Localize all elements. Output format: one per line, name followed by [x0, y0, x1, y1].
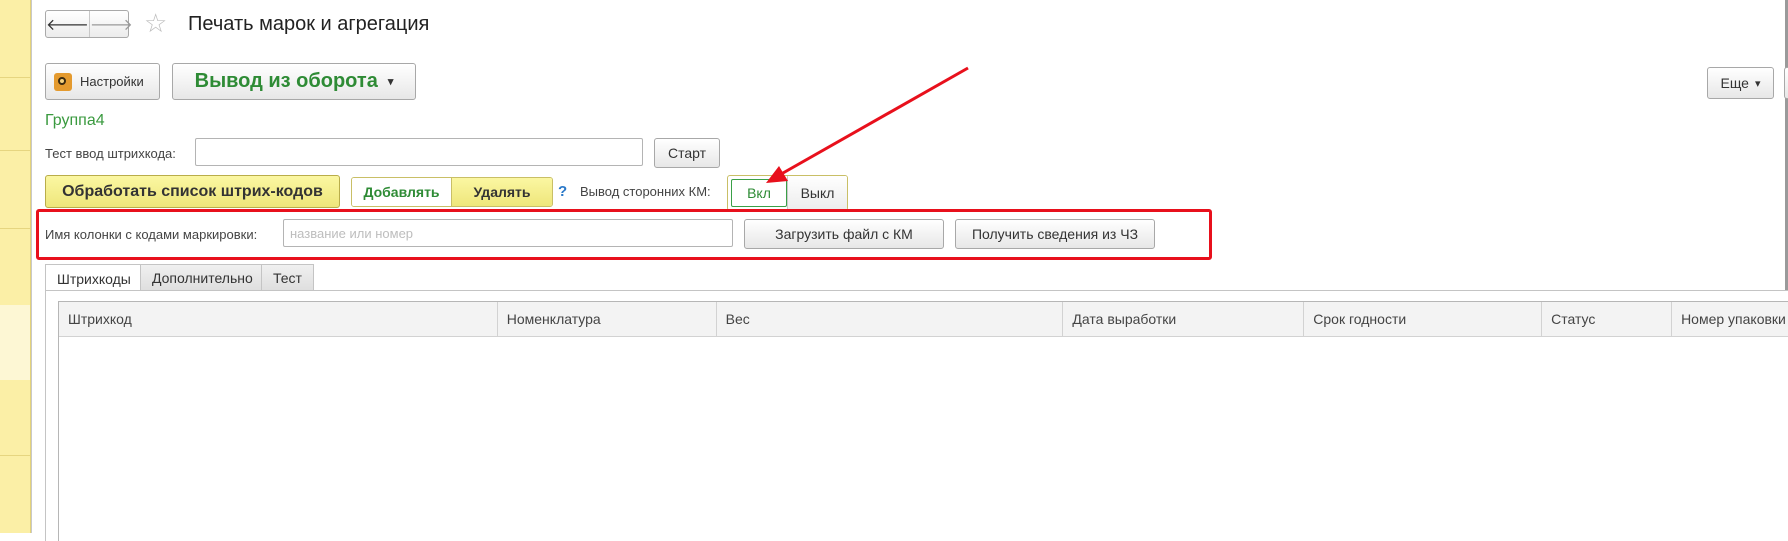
settings-button[interactable]: Настройки: [45, 63, 160, 100]
vyvod-iz-oborota-label: Вывод из оборота: [194, 70, 378, 92]
tab-barcodes[interactable]: Штрихкоды: [45, 264, 141, 292]
left-divider: [31, 0, 32, 533]
column-header-nomenclature[interactable]: Номенклатура: [498, 302, 717, 336]
tab-bar: Штрихкоды Дополнительно Тест: [45, 264, 314, 292]
start-button[interactable]: Старт: [654, 138, 720, 168]
external-km-toggle: Вкл Выкл: [727, 175, 848, 211]
vyvod-iz-oborota-button[interactable]: Вывод из оборота ▾: [172, 63, 416, 100]
left-strip-divider: [0, 455, 30, 456]
navigation-buttons: 🡐 🡒: [45, 10, 133, 38]
more-button-label: Еще: [1720, 75, 1749, 91]
barcode-test-label: Тест ввод штрихкода:: [45, 146, 176, 161]
help-icon[interactable]: ?: [558, 183, 567, 200]
marking-column-input[interactable]: [283, 219, 733, 247]
left-strip-divider: [0, 228, 30, 229]
delete-mode-button[interactable]: Удалять: [452, 178, 552, 206]
forward-arrow-icon[interactable]: 🡒: [88, 11, 133, 37]
more-button[interactable]: Еще ▾: [1707, 67, 1774, 99]
chevron-down-icon: ▾: [1754, 77, 1761, 90]
external-km-on-button[interactable]: Вкл: [731, 179, 787, 207]
page-title: Печать марок и агрегация: [188, 13, 430, 35]
chevron-down-icon: ▾: [387, 76, 394, 88]
column-header-package-number[interactable]: Номер упаковки: [1672, 302, 1788, 336]
column-header-barcode[interactable]: Штрихкод: [59, 302, 498, 336]
column-header-status[interactable]: Статус: [1542, 302, 1673, 336]
add-delete-toggle: Добавлять Удалять: [351, 177, 553, 207]
extra-toolbar-button[interactable]: [1784, 67, 1788, 99]
settings-button-label: Настройки: [80, 74, 144, 89]
external-km-label: Вывод сторонних КМ:: [580, 184, 711, 199]
marking-column-label: Имя колонки с кодами маркировки:: [45, 227, 258, 242]
settings-gear-icon: [54, 72, 72, 91]
column-header-expiry[interactable]: Срок годности: [1304, 302, 1543, 336]
back-arrow-icon[interactable]: 🡐: [46, 11, 89, 37]
left-strip-highlight[interactable]: [0, 305, 30, 380]
left-strip-divider: [0, 150, 30, 151]
add-mode-button[interactable]: Добавлять: [352, 178, 452, 206]
barcodes-table[interactable]: Штрихкод Номенклатура Вес Дата выработки…: [58, 301, 1788, 541]
tab-additional[interactable]: Дополнительно: [140, 264, 262, 291]
left-strip-divider: [0, 77, 30, 78]
left-panel-strip: [0, 0, 31, 533]
favorite-star-icon[interactable]: ☆: [144, 8, 167, 39]
column-header-weight[interactable]: Вес: [717, 302, 1064, 336]
column-header-production-date[interactable]: Дата выработки: [1063, 302, 1305, 336]
process-barcodes-button[interactable]: Обработать список штрих-кодов: [45, 175, 340, 208]
table-header: Штрихкод Номенклатура Вес Дата выработки…: [59, 302, 1788, 337]
tab-test[interactable]: Тест: [261, 264, 314, 291]
barcode-test-input[interactable]: [195, 138, 643, 166]
fetch-cz-info-button[interactable]: Получить сведения из ЧЗ: [955, 219, 1155, 249]
external-km-off-button[interactable]: Выкл: [787, 176, 847, 210]
group-title: Группа4: [45, 112, 105, 129]
load-km-file-button[interactable]: Загрузить файл с КМ: [744, 219, 944, 249]
